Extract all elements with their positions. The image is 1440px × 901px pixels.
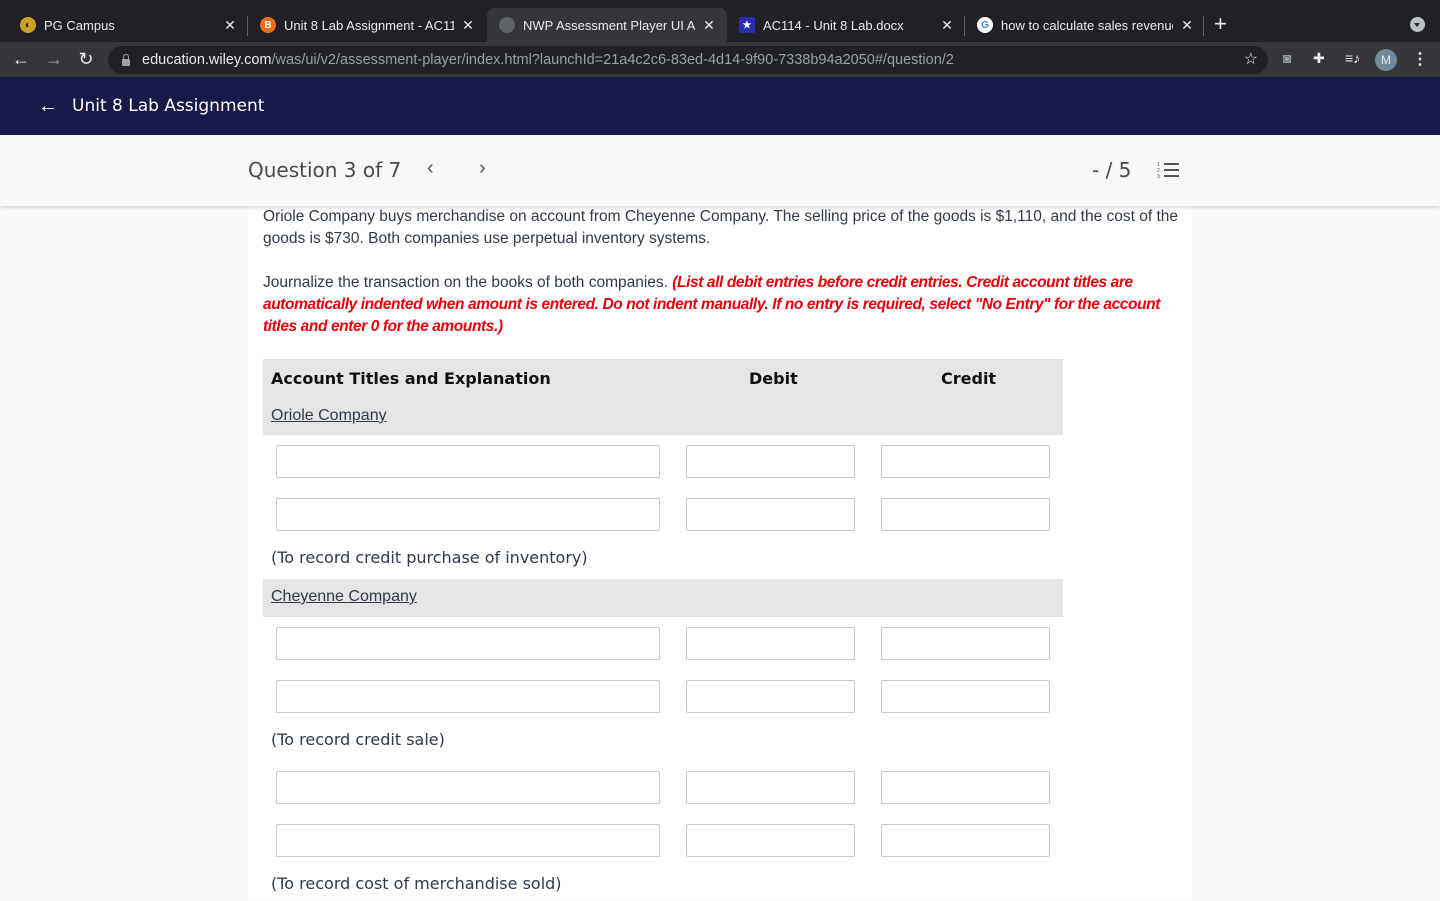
journal-row [263, 670, 1063, 723]
lock-icon [122, 53, 130, 66]
svg-text:3: 3 [1157, 174, 1160, 179]
credit-input[interactable] [881, 627, 1050, 660]
tab-search-chevron-icon[interactable] [1410, 17, 1425, 32]
debit-input[interactable] [686, 627, 855, 660]
browser-tab-unit8-lab[interactable]: B Unit 8 Lab Assignment - AC114 ✕ [248, 8, 486, 42]
close-tab-icon[interactable]: ✕ [460, 17, 476, 34]
debit-input[interactable] [686, 824, 855, 857]
company-section-header: Cheyenne Company [263, 579, 1063, 617]
back-arrow-icon[interactable]: ← [10, 48, 32, 70]
address-bar[interactable]: education.wiley.com/was/ui/v2/assessment… [108, 46, 1268, 74]
assignment-title[interactable]: Unit 8 Lab Assignment [72, 96, 264, 116]
bookmark-star-icon[interactable]: ☆ [1244, 49, 1258, 69]
close-tab-icon[interactable]: ✕ [1179, 17, 1195, 34]
brightspace-b-icon: B [260, 17, 276, 33]
browser-menu-icon[interactable]: ⋮ [1412, 49, 1428, 71]
browser-tab-google-search[interactable]: G how to calculate sales revenue ✕ [965, 8, 1205, 42]
instruction-text: Journalize the transaction on the books … [263, 274, 668, 291]
new-tab-plus-icon[interactable]: + [1214, 12, 1227, 36]
account-title-input[interactable] [276, 498, 660, 531]
column-header-credit: Credit [941, 369, 997, 388]
journal-row [263, 435, 1063, 488]
entry-explanation: (To record cost of merchandise sold) [271, 874, 562, 893]
debit-input[interactable] [686, 498, 855, 531]
journal-row [263, 761, 1063, 814]
entry-explanation: (To record credit sale) [271, 730, 445, 749]
credit-input[interactable] [881, 824, 1050, 857]
back-arrow-icon[interactable]: ← [38, 95, 58, 118]
debit-input[interactable] [686, 445, 855, 478]
close-tab-icon[interactable]: ✕ [939, 17, 955, 34]
company-label-oriole: Oriole Company [271, 407, 387, 424]
column-header-debit: Debit [749, 369, 798, 388]
credit-input[interactable] [881, 680, 1050, 713]
extension-badge-icon[interactable]: ◙ [1283, 50, 1291, 66]
journal-row [263, 814, 1063, 867]
account-title-input[interactable] [276, 824, 660, 857]
browser-tab-pg-campus[interactable]: ◐ PG Campus ✕ [8, 8, 248, 42]
account-title-input[interactable] [276, 680, 660, 713]
pg-campus-logo-icon: ◐ [20, 17, 36, 33]
credit-input[interactable] [881, 498, 1050, 531]
journal-row [263, 617, 1063, 670]
question-header: Question 3 of 7 ‹ › - / 5 1 2 3 [0, 135, 1440, 206]
credit-input[interactable] [881, 771, 1050, 804]
puzzle-extensions-icon[interactable]: ✚ [1313, 50, 1325, 67]
debit-input[interactable] [686, 680, 855, 713]
problem-statement: Oriole Company buys merchandise on accou… [263, 208, 1179, 247]
url-path: /was/ui/v2/assessment-player/index.html?… [271, 52, 954, 68]
account-title-input[interactable] [276, 445, 660, 478]
question-score: - / 5 [1092, 158, 1132, 182]
previous-question-chevron-icon[interactable]: ‹ [427, 157, 434, 180]
next-question-chevron-icon[interactable]: › [479, 157, 486, 180]
google-g-icon: G [977, 17, 993, 33]
close-tab-icon[interactable]: ✕ [222, 17, 238, 34]
browser-tab-ac114-docx[interactable]: ★ AC114 - Unit 8 Lab.docx ✕ [727, 8, 965, 42]
instructions: Journalize the transaction on the books … [263, 272, 1183, 338]
question-counter: Question 3 of 7 [248, 158, 402, 182]
close-tab-icon[interactable]: ✕ [701, 17, 717, 34]
numbered-list-icon[interactable]: 1 2 3 [1157, 161, 1179, 179]
column-header-account: Account Titles and Explanation [271, 369, 551, 388]
star-shield-icon: ★ [739, 17, 755, 33]
credit-input[interactable] [881, 445, 1050, 478]
media-playlist-icon[interactable]: ≡♪ [1345, 50, 1360, 66]
table-header: Account Titles and Explanation Debit Cre… [263, 359, 1063, 435]
browser-tab-bar: ◐ PG Campus ✕ B Unit 8 Lab Assignment - … [0, 0, 1440, 42]
browser-toolbar: ← → ↻ education.wiley.com/was/ui/v2/asse… [0, 42, 1440, 77]
profile-avatar[interactable]: M [1375, 49, 1397, 71]
forward-arrow-icon[interactable]: → [43, 48, 65, 70]
journal-row [263, 488, 1063, 541]
debit-input[interactable] [686, 771, 855, 804]
company-label-cheyenne: Cheyenne Company [271, 588, 417, 605]
reload-icon[interactable]: ↻ [75, 48, 97, 70]
journal-entry-table: Account Titles and Explanation Debit Cre… [263, 359, 1063, 901]
globe-icon [499, 17, 515, 33]
app-header: ← Unit 8 Lab Assignment [0, 77, 1440, 135]
tab-divider [1203, 16, 1204, 36]
url-host: education.wiley.com [142, 52, 272, 68]
browser-tab-nwp-assessment[interactable]: NWP Assessment Player UI App ✕ [487, 8, 727, 42]
account-title-input[interactable] [276, 627, 660, 660]
entry-explanation: (To record credit purchase of inventory) [271, 548, 588, 567]
question-content: Oriole Company buys merchandise on accou… [248, 206, 1192, 900]
account-title-input[interactable] [276, 771, 660, 804]
